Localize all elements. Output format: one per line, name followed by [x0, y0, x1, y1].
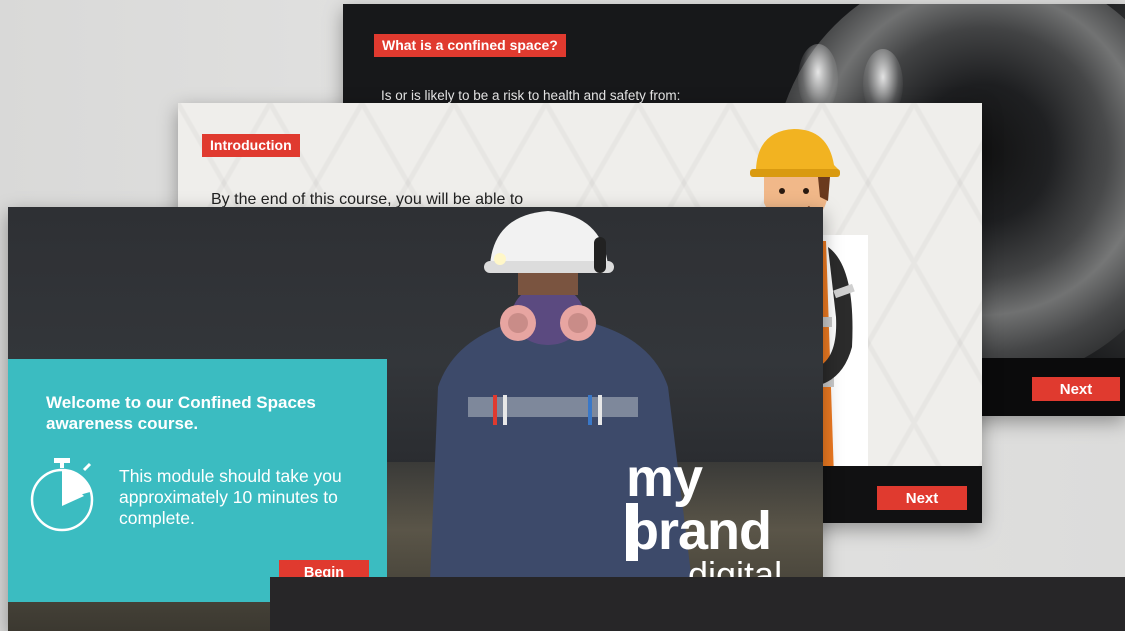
- section-tag: Introduction: [202, 134, 300, 157]
- brand-logo-line2: brand: [626, 501, 772, 561]
- slide-body-text: Is or is likely to be a risk to health a…: [381, 88, 681, 103]
- section-tag: What is a confined space?: [374, 34, 566, 57]
- welcome-panel: Welcome to our Confined Spaces awareness…: [8, 359, 387, 602]
- brand-logo-line1: my: [626, 448, 703, 508]
- slide-welcome: Welcome to our Confined Spaces awareness…: [8, 207, 823, 631]
- next-button[interactable]: Next: [1032, 377, 1120, 401]
- brand-logo-bar: [626, 503, 638, 561]
- stopwatch-play-icon: [30, 458, 94, 532]
- dark-overlay-panel: [270, 577, 1125, 631]
- next-button[interactable]: Next: [877, 486, 967, 510]
- welcome-duration-text: This module should take you approximatel…: [119, 466, 342, 528]
- welcome-title: Welcome to our Confined Spaces awareness…: [46, 393, 316, 433]
- worker-photo: [428, 211, 698, 631]
